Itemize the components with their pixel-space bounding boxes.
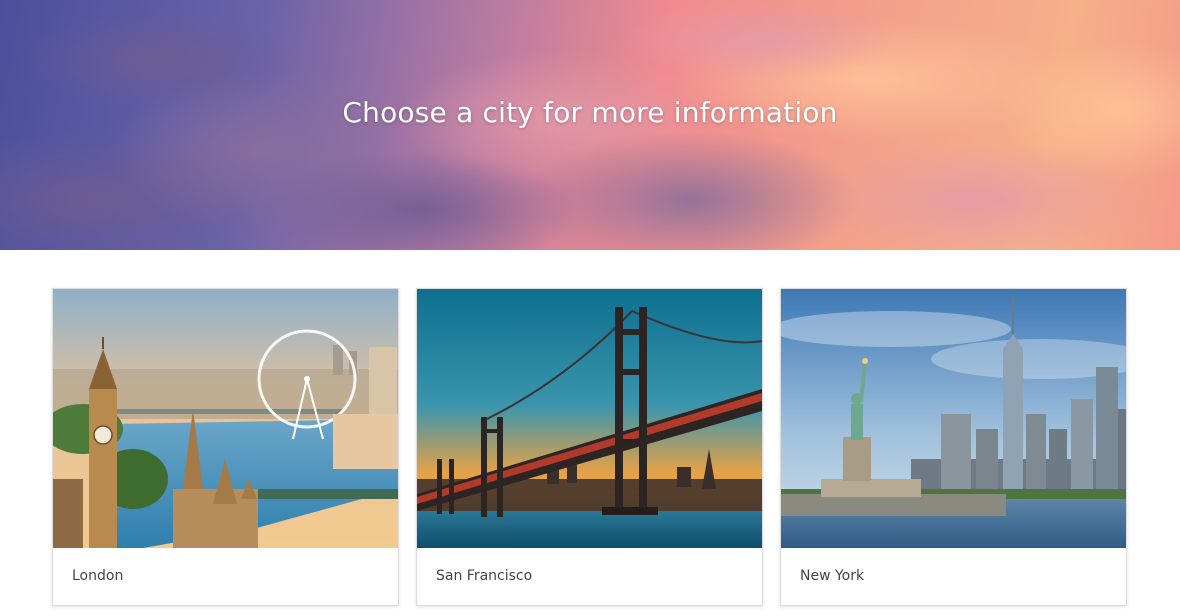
page-title: Choose a city for more information [342, 96, 838, 129]
london-skyline-image [53, 289, 398, 548]
city-card-london[interactable]: London [52, 288, 399, 606]
city-name-label: London [72, 568, 124, 584]
new-york-skyline-image [781, 289, 1126, 548]
city-name-label: San Francisco [436, 568, 533, 584]
golden-gate-bridge-image [417, 289, 762, 548]
city-name-label: New York [800, 568, 865, 584]
hero-banner: Choose a city for more information [0, 0, 1180, 250]
city-card-san-francisco[interactable]: San Francisco [416, 288, 763, 606]
city-card-new-york[interactable]: New York [780, 288, 1127, 606]
